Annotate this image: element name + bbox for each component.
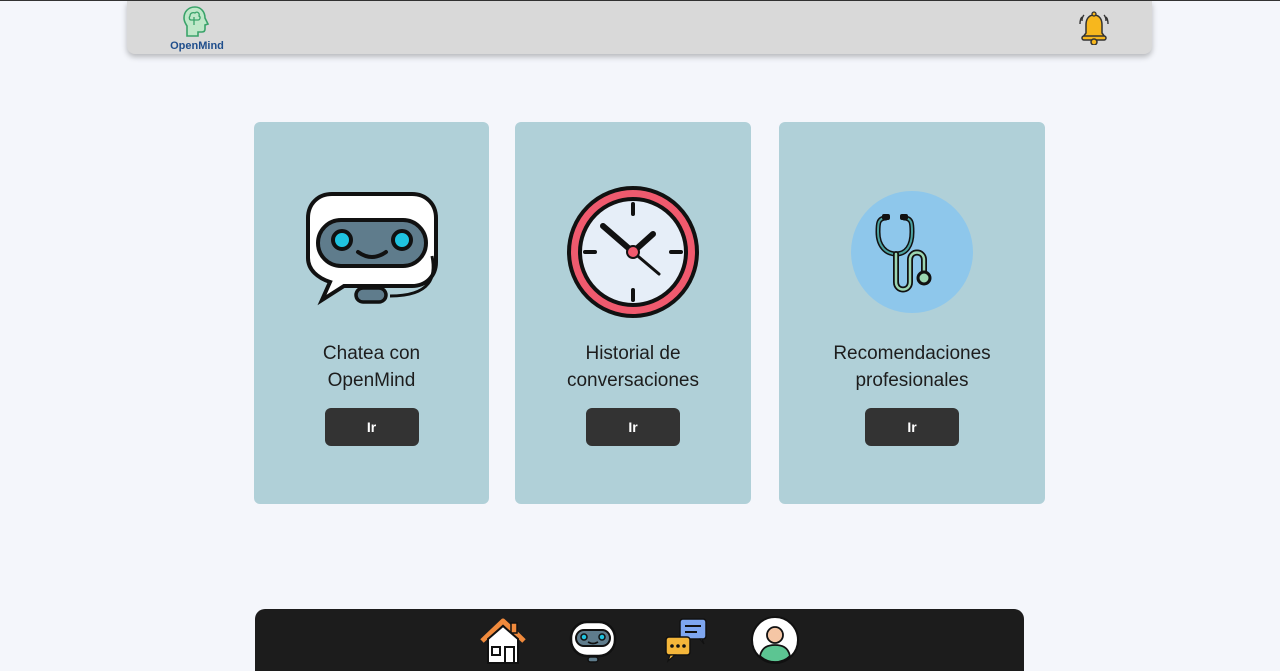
card-title: Recomendaciones profesionales	[833, 343, 991, 391]
nav-robot[interactable]	[568, 615, 618, 665]
bottom-nav	[255, 609, 1024, 671]
nav-messages[interactable]	[662, 615, 712, 665]
stethoscope-icon	[844, 184, 980, 320]
card-recommendations: Recomendaciones profesionales Ir	[779, 122, 1045, 504]
card-history: Historial de conversaciones Ir	[515, 122, 751, 504]
home-icon	[480, 618, 526, 664]
top-header: OpenMind	[127, 1, 1152, 54]
logo-text: OpenMind	[170, 40, 224, 52]
openmind-logo[interactable]: OpenMind	[167, 5, 227, 53]
user-avatar-icon	[751, 616, 799, 664]
go-chat-button[interactable]: Ir	[324, 408, 419, 446]
card-title: Historial de conversaciones	[566, 343, 700, 391]
brain-head-icon	[183, 6, 210, 37]
go-recommendations-button[interactable]: Ir	[865, 408, 959, 446]
card-chat: Chatea con OpenMind Ir	[254, 122, 489, 504]
card-title: Chatea con OpenMind	[322, 343, 421, 391]
robot-chat-icon	[304, 184, 440, 320]
go-history-button[interactable]: Ir	[586, 408, 680, 446]
notification-button[interactable]	[1078, 11, 1110, 46]
bell-icon	[1079, 11, 1109, 46]
robot-icon	[569, 620, 617, 663]
clock-icon	[565, 184, 701, 320]
chat-bubbles-icon	[665, 618, 707, 663]
nav-profile[interactable]	[750, 615, 800, 665]
nav-home[interactable]	[478, 615, 528, 665]
